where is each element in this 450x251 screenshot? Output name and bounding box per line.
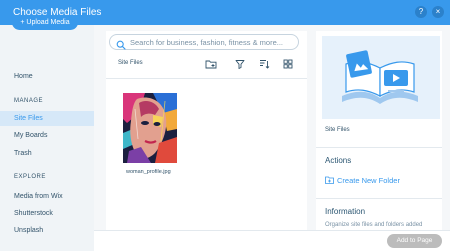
selected-folder-label: Site Files	[325, 127, 350, 133]
manage-heading: MANAGE	[14, 98, 44, 104]
sidebar-item-site-files[interactable]: Site Files	[0, 111, 94, 126]
information-text: Organize site files and folders added	[325, 222, 423, 228]
search-placeholder: Search for business, fashion, fitness & …	[130, 38, 283, 47]
sidebar-item-shutterstock[interactable]: Shutterstock	[0, 206, 94, 221]
sidebar-item-trash[interactable]: Trash	[0, 146, 94, 161]
help-button[interactable]: ?	[415, 6, 427, 18]
sidebar-item-media-from-wix[interactable]: Media from Wix	[0, 189, 94, 204]
actions-heading: Actions	[325, 156, 352, 165]
information-heading: Information	[325, 207, 366, 216]
filter-icon[interactable]	[234, 58, 246, 70]
media-illustration-icon	[322, 36, 440, 119]
folder-plus-icon	[325, 176, 334, 184]
add-to-page-button[interactable]: Add to Page	[387, 234, 442, 248]
create-new-folder-label: Create New Folder	[337, 176, 400, 185]
sidebar-item-unsplash[interactable]: Unsplash	[0, 223, 94, 238]
upload-media-button[interactable]: + Upload Media	[12, 15, 78, 30]
sort-icon[interactable]	[258, 58, 270, 70]
file-name: woman_profile.jpg	[126, 169, 171, 175]
breadcrumb: Site Files	[118, 60, 143, 66]
sidebar-item-my-boards[interactable]: My Boards	[0, 128, 94, 143]
grid-view-icon[interactable]	[282, 58, 294, 70]
explore-heading: EXPLORE	[14, 174, 46, 180]
search-input[interactable]: Search for business, fashion, fitness & …	[109, 34, 299, 50]
create-new-folder-link[interactable]: Create New Folder	[325, 176, 400, 185]
panel-divider	[316, 147, 442, 148]
new-folder-icon[interactable]	[205, 58, 217, 70]
toolbar-divider	[106, 78, 307, 79]
close-button[interactable]: ×	[432, 6, 444, 18]
file-thumbnail-woman-profile[interactable]	[123, 93, 177, 163]
search-icon	[116, 37, 126, 55]
panel-divider-2	[316, 198, 442, 199]
sidebar-item-home[interactable]: Home	[0, 69, 94, 84]
